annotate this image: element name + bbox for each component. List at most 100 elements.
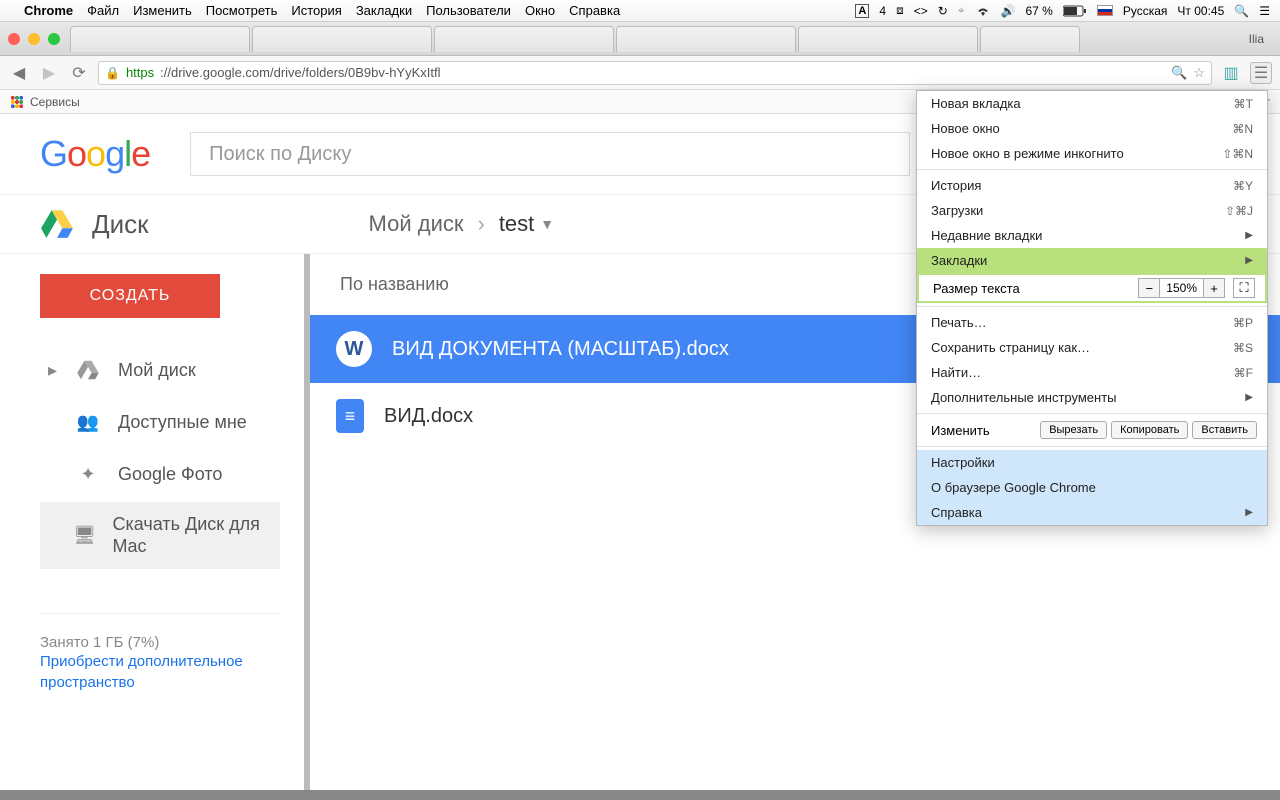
drive-search-input[interactable]: Поиск по Диску bbox=[190, 132, 910, 176]
url-path: ://drive.google.com/drive/folders/0B9bv-… bbox=[160, 65, 440, 80]
menu-settings[interactable]: Настройки bbox=[917, 450, 1267, 475]
fullscreen-button[interactable]: ⛶ bbox=[1233, 278, 1255, 298]
breadcrumb-root[interactable]: Мой диск bbox=[369, 211, 464, 237]
zoom-in-button[interactable]: + bbox=[1203, 278, 1225, 298]
menu-more-tools[interactable]: Дополнительные инструменты bbox=[917, 385, 1267, 410]
back-button[interactable]: ◀ bbox=[8, 62, 30, 84]
menu-bookmarks[interactable]: Закладки bbox=[917, 248, 1267, 273]
forward-button[interactable]: ▶ bbox=[38, 62, 60, 84]
clock[interactable]: Чт 00:45 bbox=[1177, 4, 1224, 18]
cut-button[interactable]: Вырезать bbox=[1040, 421, 1107, 439]
sidebar-item-label: Скачать Диск для Mac bbox=[113, 514, 272, 557]
extension-icon[interactable]: ▥ bbox=[1220, 62, 1242, 84]
create-button[interactable]: СОЗДАТЬ bbox=[40, 274, 220, 318]
mac-menubar: Chrome Файл Изменить Посмотреть История … bbox=[0, 0, 1280, 22]
browser-tab[interactable] bbox=[798, 26, 978, 52]
browser-tab[interactable] bbox=[70, 26, 250, 52]
chrome-menu-button[interactable]: ☰ bbox=[1250, 62, 1272, 84]
drive-sidebar: СОЗДАТЬ ▸ Мой диск 👥 Доступные мне ✦ Goo… bbox=[0, 254, 300, 790]
sidebar-item-photos[interactable]: ✦ Google Фото bbox=[40, 450, 280, 498]
bookmarks-services[interactable]: Сервисы bbox=[30, 95, 80, 109]
monitor-icon: 🖥 bbox=[73, 524, 97, 548]
menu-edit[interactable]: Изменить bbox=[133, 3, 192, 18]
bottom-strip bbox=[0, 790, 1280, 800]
google-logo[interactable]: Google bbox=[40, 133, 150, 175]
browser-tab[interactable] bbox=[616, 26, 796, 52]
menu-print[interactable]: Печать…⌘P bbox=[917, 310, 1267, 335]
menu-edit-label: Изменить bbox=[931, 423, 990, 438]
menu-history[interactable]: История⌘Y bbox=[917, 173, 1267, 198]
sync-icon[interactable]: ↻ bbox=[938, 4, 948, 18]
battery-icon[interactable] bbox=[1063, 5, 1087, 17]
menu-new-window[interactable]: Новое окно⌘N bbox=[917, 116, 1267, 141]
lock-icon: 🔒 bbox=[105, 66, 120, 80]
menu-file[interactable]: Файл bbox=[87, 3, 119, 18]
volume-icon[interactable]: 🔊 bbox=[1001, 4, 1016, 18]
storage-info: Занято 1 ГБ (7%) Приобрести дополнительн… bbox=[40, 613, 280, 693]
menu-recent-tabs[interactable]: Недавние вкладки bbox=[917, 223, 1267, 248]
zoom-label: Размер текста bbox=[933, 281, 1020, 296]
tab-strip bbox=[70, 26, 1241, 52]
chevron-down-icon: ▼ bbox=[540, 216, 554, 232]
sidebar-item-label: Мой диск bbox=[118, 360, 196, 381]
menu-bookmarks[interactable]: Закладки bbox=[356, 3, 412, 18]
zoom-out-button[interactable]: − bbox=[1138, 278, 1160, 298]
profile-name[interactable]: Ilia bbox=[1241, 32, 1272, 46]
flag-icon[interactable] bbox=[1097, 5, 1113, 16]
storage-upgrade-link[interactable]: Приобрести дополнительное пространство bbox=[40, 651, 280, 693]
file-name: ВИД ДОКУМЕНТА (МАСШТАБ).docx bbox=[392, 338, 729, 361]
window-zoom-button[interactable] bbox=[48, 33, 60, 45]
battery-pct: 67 % bbox=[1026, 4, 1053, 18]
drive-title[interactable]: Диск bbox=[92, 209, 149, 240]
menu-history[interactable]: История bbox=[291, 3, 341, 18]
menu-help[interactable]: Справка bbox=[569, 3, 620, 18]
menu-help[interactable]: Справка bbox=[917, 500, 1267, 525]
address-bar[interactable]: 🔒 https ://drive.google.com/drive/folders… bbox=[98, 61, 1212, 85]
chevron-right-icon: ▸ bbox=[48, 360, 58, 381]
menu-downloads[interactable]: Загрузки⇧⌘J bbox=[917, 198, 1267, 223]
wifi-icon[interactable] bbox=[975, 5, 991, 17]
people-icon: 👥 bbox=[74, 410, 102, 434]
sidebar-item-download[interactable]: 🖥 Скачать Диск для Mac bbox=[40, 502, 280, 569]
url-scheme: https bbox=[126, 65, 154, 80]
dropbox-icon[interactable]: ⧈ bbox=[896, 3, 904, 18]
breadcrumb: Мой диск › test ▼ bbox=[369, 211, 555, 237]
menu-incognito[interactable]: Новое окно в режиме инкогнито⇧⌘N bbox=[917, 141, 1267, 166]
bluetooth-icon[interactable]: ⌖ bbox=[958, 3, 965, 18]
copy-button[interactable]: Копировать bbox=[1111, 421, 1188, 439]
menu-about[interactable]: О браузере Google Chrome bbox=[917, 475, 1267, 500]
browser-tab[interactable] bbox=[434, 26, 614, 52]
status-num: 4 bbox=[879, 4, 886, 18]
notification-center-icon[interactable]: ☰ bbox=[1259, 4, 1270, 18]
menu-find[interactable]: Найти…⌘F bbox=[917, 360, 1267, 385]
chrome-menu-dropdown: Новая вкладка⌘T Новое окно⌘N Новое окно … bbox=[916, 90, 1268, 526]
browser-tab[interactable] bbox=[252, 26, 432, 52]
menu-users[interactable]: Пользователи bbox=[426, 3, 511, 18]
menu-save-as[interactable]: Сохранить страницу как…⌘S bbox=[917, 335, 1267, 360]
breadcrumb-current[interactable]: test ▼ bbox=[499, 211, 554, 237]
storage-used: Занято 1 ГБ (7%) bbox=[40, 634, 280, 651]
zoom-value: 150% bbox=[1160, 278, 1203, 298]
input-lang[interactable]: Русская bbox=[1123, 4, 1168, 18]
window-close-button[interactable] bbox=[8, 33, 20, 45]
sidebar-item-shared[interactable]: 👥 Доступные мне bbox=[40, 398, 280, 446]
reload-button[interactable]: ⟳ bbox=[68, 62, 90, 84]
bookmark-star-icon[interactable]: ☆ bbox=[1193, 65, 1205, 81]
sidebar-item-mydrive[interactable]: ▸ Мой диск bbox=[40, 346, 280, 394]
menu-new-tab[interactable]: Новая вкладка⌘T bbox=[917, 91, 1267, 116]
app-name[interactable]: Chrome bbox=[24, 3, 73, 18]
code-icon[interactable]: <> bbox=[914, 4, 928, 18]
drive-logo-icon bbox=[40, 209, 74, 239]
browser-tab[interactable] bbox=[980, 26, 1080, 52]
menu-window[interactable]: Окно bbox=[525, 3, 555, 18]
chevron-right-icon: › bbox=[477, 211, 484, 237]
apps-icon[interactable] bbox=[10, 95, 24, 109]
spotlight-icon[interactable]: 🔍 bbox=[1234, 4, 1249, 18]
adobe-icon[interactable]: A bbox=[855, 4, 869, 18]
menu-view[interactable]: Посмотреть bbox=[206, 3, 278, 18]
file-name: ВИД.docx bbox=[384, 405, 473, 428]
paste-button[interactable]: Вставить bbox=[1192, 421, 1257, 439]
window-minimize-button[interactable] bbox=[28, 33, 40, 45]
zoom-indicator-icon[interactable]: 🔍 bbox=[1171, 65, 1187, 81]
sidebar-item-label: Google Фото bbox=[118, 464, 222, 485]
